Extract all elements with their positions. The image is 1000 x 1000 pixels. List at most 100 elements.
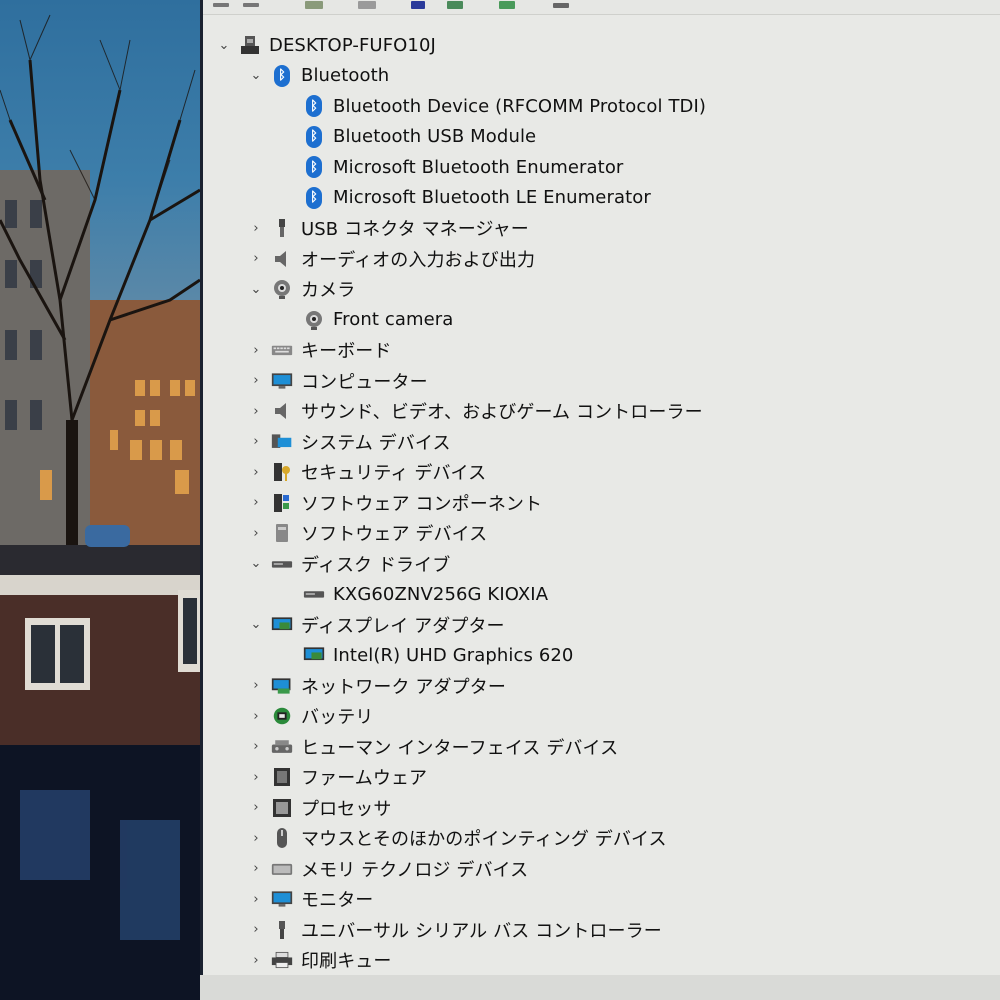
chevron-right-icon[interactable]: ›	[249, 526, 263, 541]
chevron-down-icon[interactable]: ⌄	[249, 282, 263, 297]
chevron-right-icon[interactable]: ›	[249, 861, 263, 876]
tree-item-label: Intel(R) UHD Graphics 620	[333, 644, 574, 666]
chevron-down-icon[interactable]: ⌄	[217, 38, 231, 53]
tree-item-label: KXG60ZNV256G KIOXIA	[333, 583, 549, 605]
chevron-right-icon[interactable]: ›	[249, 953, 263, 968]
device-category-item[interactable]: › モニター	[249, 884, 373, 914]
chevron-right-icon[interactable]: ›	[249, 800, 263, 815]
device-category-item[interactable]: › コンピューター	[249, 366, 428, 396]
scan-hardware-icon[interactable]	[411, 0, 425, 10]
tree-item-label: Bluetooth USB Module	[333, 126, 537, 147]
tree-item-label: ネットワーク アダプター	[301, 676, 506, 698]
software-component-icon	[271, 492, 293, 514]
chevron-right-icon[interactable]: ›	[249, 251, 263, 266]
computer-root-icon	[239, 34, 261, 56]
device-category-item[interactable]: › 印刷キュー	[249, 945, 392, 975]
device-category-item[interactable]: › キーボード	[249, 335, 392, 365]
bluetooth-icon: ᛒ	[303, 95, 325, 117]
device-item[interactable]: Front camera	[281, 305, 453, 335]
device-item[interactable]: ᛒ Bluetooth USB Module	[281, 122, 536, 152]
chevron-right-icon[interactable]: ›	[249, 404, 263, 419]
device-category-item[interactable]: › プロセッサ	[249, 793, 392, 823]
device-item[interactable]: ᛒ Microsoft Bluetooth LE Enumerator	[281, 183, 651, 213]
tree-root-label: DESKTOP-FUFO10J	[269, 34, 436, 56]
tree-item-label: Microsoft Bluetooth LE Enumerator	[333, 187, 651, 208]
chevron-down-icon[interactable]: ⌄	[249, 556, 263, 571]
device-category-item[interactable]: › ソフトウェア デバイス	[249, 518, 487, 548]
system-device-icon	[271, 431, 293, 453]
device-category-item[interactable]: › ユニバーサル シリアル バス コントローラー	[249, 915, 662, 945]
back-arrow-icon[interactable]	[213, 0, 229, 10]
help-icon[interactable]	[358, 0, 376, 10]
chevron-right-icon[interactable]: ›	[249, 709, 263, 724]
chevron-right-icon[interactable]: ›	[249, 770, 263, 785]
chevron-right-icon[interactable]: ›	[249, 373, 263, 388]
tree-item-label: プロセッサ	[301, 798, 392, 820]
printer-icon	[271, 949, 293, 971]
desktop-wallpaper	[0, 0, 200, 1000]
tree-item-label: ヒューマン インターフェイス デバイス	[301, 737, 619, 759]
tree-item-label: ユニバーサル シリアル バス コントローラー	[301, 920, 662, 942]
speaker-icon	[271, 400, 293, 422]
device-category-item[interactable]: › バッテリ	[249, 701, 373, 731]
monitor-icon	[271, 888, 293, 910]
chevron-right-icon[interactable]: ›	[249, 434, 263, 449]
chevron-right-icon[interactable]: ›	[249, 465, 263, 480]
device-category-item[interactable]: › ソフトウェア コンポーネント	[249, 488, 542, 518]
tree-item-label: ファームウェア	[301, 768, 428, 789]
disable-device-icon[interactable]	[553, 0, 569, 10]
chevron-right-icon[interactable]: ›	[249, 922, 263, 937]
tree-root[interactable]: ⌄ DESKTOP-FUFO10J	[217, 30, 436, 60]
toolbar	[203, 0, 1000, 15]
device-category-item[interactable]: ⌄ カメラ	[249, 274, 355, 304]
tree-item-label: 印刷キュー	[301, 951, 392, 972]
device-manager-window: ⌄ DESKTOP-FUFO10J ⌄ ᛒ Bluetooth ᛒ Bluetooth …	[203, 0, 1000, 1000]
forward-arrow-icon[interactable]	[243, 0, 259, 10]
device-category-item[interactable]: ⌄ ᛒ Bluetooth	[249, 61, 389, 91]
update-driver-icon[interactable]	[447, 0, 463, 10]
usb-connector-icon	[271, 217, 293, 239]
device-category-item[interactable]: › オーディオの入力および出力	[249, 244, 535, 274]
chevron-right-icon[interactable]: ›	[249, 221, 263, 236]
device-category-item[interactable]: › メモリ テクノロジ デバイス	[249, 854, 528, 884]
device-category-item[interactable]: › サウンド、ビデオ、およびゲーム コントローラー	[249, 396, 703, 426]
device-category-item[interactable]: › ファームウェア	[249, 762, 427, 792]
chevron-down-icon[interactable]: ⌄	[249, 68, 263, 83]
chevron-right-icon[interactable]: ›	[249, 739, 263, 754]
device-item[interactable]: ᛒ Bluetooth Device (RFCOMM Protocol TDI)	[281, 91, 706, 121]
display-adapter-icon	[271, 614, 293, 636]
chevron-right-icon[interactable]: ›	[249, 678, 263, 693]
chevron-down-icon[interactable]: ⌄	[249, 617, 263, 632]
device-item[interactable]: Intel(R) UHD Graphics 620	[281, 640, 573, 670]
properties-icon[interactable]	[305, 0, 323, 10]
chevron-right-icon[interactable]: ›	[249, 831, 263, 846]
tree-item-label: Microsoft Bluetooth Enumerator	[333, 156, 624, 178]
network-adapter-icon	[271, 675, 293, 697]
device-item[interactable]: KXG60ZNV256G KIOXIA	[281, 579, 548, 609]
keyboard-icon	[271, 339, 293, 361]
camera-icon	[271, 278, 293, 300]
firmware-icon	[271, 766, 293, 788]
chevron-right-icon[interactable]: ›	[249, 495, 263, 510]
tree-item-label: システム デバイス	[301, 432, 451, 454]
device-category-item[interactable]: › セキュリティ デバイス	[249, 457, 486, 487]
chevron-right-icon[interactable]: ›	[249, 892, 263, 907]
device-category-item[interactable]: › ヒューマン インターフェイス デバイス	[249, 732, 618, 762]
device-category-item[interactable]: › ネットワーク アダプター	[249, 671, 506, 701]
device-category-item[interactable]: › USB コネクタ マネージャー	[249, 213, 529, 243]
bluetooth-icon: ᛒ	[303, 186, 325, 209]
mouse-icon	[271, 827, 293, 849]
chevron-right-icon[interactable]: ›	[249, 343, 263, 358]
device-category-item[interactable]: › マウスとそのほかのポインティング デバイス	[249, 823, 667, 853]
device-category-item[interactable]: › システム デバイス	[249, 427, 451, 457]
device-category-item[interactable]: ⌄ ディスプレイ アダプター	[249, 610, 505, 640]
device-item[interactable]: ᛒ Microsoft Bluetooth Enumerator	[281, 152, 623, 182]
uninstall-device-icon[interactable]	[499, 0, 515, 10]
tree-item-label: Front camera	[333, 309, 454, 330]
tree-item-label: サウンド、ビデオ、およびゲーム コントローラー	[301, 402, 703, 423]
device-category-item[interactable]: ⌄ ディスク ドライブ	[249, 549, 451, 579]
bluetooth-icon: ᛒ	[303, 125, 325, 148]
